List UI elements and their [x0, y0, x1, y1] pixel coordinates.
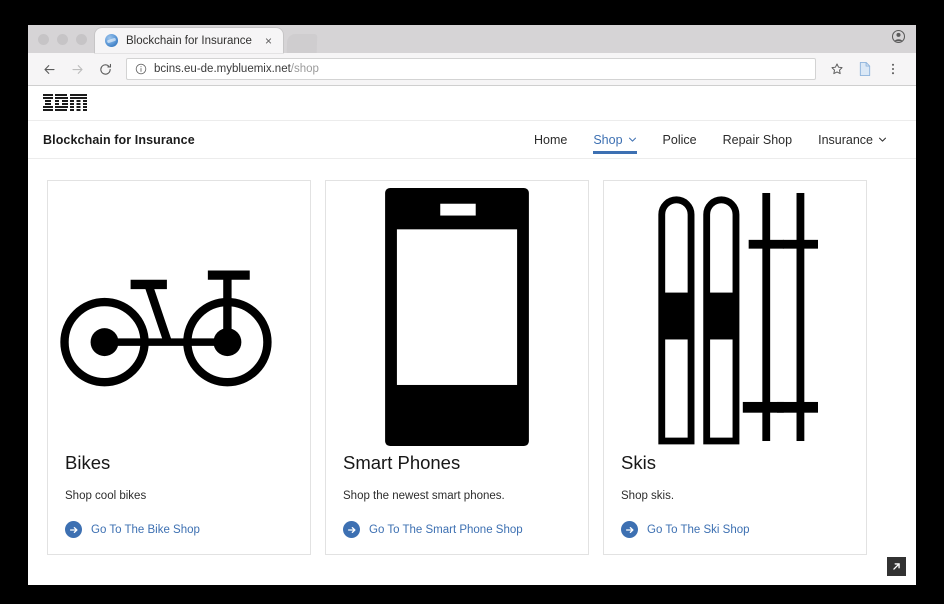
close-window-button[interactable] — [38, 33, 49, 45]
site-navigation: Blockchain for Insurance Home Shop Polic… — [28, 121, 916, 159]
nav-item-insurance[interactable]: Insurance — [805, 121, 900, 159]
chevron-down-icon — [628, 137, 636, 142]
card-link-label: Go To The Bike Shop — [91, 523, 200, 536]
bookmark-star-icon[interactable] — [824, 56, 850, 82]
page-content: Blockchain for Insurance Home Shop Polic… — [28, 86, 916, 584]
go-to-smart-phone-shop-link[interactable]: Go To The Smart Phone Shop — [343, 521, 571, 539]
arrow-right-icon — [65, 521, 82, 539]
tab-strip-right — [891, 25, 916, 53]
reader-page-icon[interactable] — [852, 56, 878, 82]
card-body: Skis Shop skis. Go To The Ski Shop — [604, 452, 866, 554]
globe-favicon — [105, 34, 118, 47]
info-icon — [135, 63, 147, 75]
expand-button[interactable] — [887, 557, 906, 576]
arrow-right-icon — [621, 521, 638, 539]
card-artwork — [604, 181, 866, 453]
url-host: bcins.eu-de.mybluemix.net — [154, 63, 291, 75]
window-controls — [36, 25, 95, 53]
card-link-label: Go To The Smart Phone Shop — [369, 523, 523, 536]
maximize-window-button[interactable] — [76, 33, 87, 45]
nav-item-label: Shop — [593, 132, 623, 147]
chevron-down-icon — [879, 137, 886, 142]
site-brand: Blockchain for Insurance — [43, 132, 195, 147]
nav-item-home[interactable]: Home — [521, 121, 580, 159]
nav-links: Home Shop Police Repair Shop Insurance — [521, 121, 900, 159]
card-title: Bikes — [65, 452, 111, 473]
tab-strip: Blockchain for Insurance × — [28, 25, 916, 53]
address-bar[interactable]: bcins.eu-de.mybluemix.net/shop — [126, 58, 816, 80]
nav-item-label: Police — [662, 132, 697, 147]
nav-item-label: Home — [534, 132, 568, 147]
product-card-smart-phones[interactable]: Smart Phones Shop the newest smart phone… — [325, 180, 589, 556]
nav-item-repair-shop[interactable]: Repair Shop — [710, 121, 806, 159]
card-title: Smart Phones — [343, 452, 461, 473]
browser-toolbar: bcins.eu-de.mybluemix.net/shop — [28, 53, 916, 86]
product-card-bikes[interactable]: Bikes Shop cool bikes Go To The Bike Sho… — [47, 180, 311, 556]
card-link-label: Go To The Ski Shop — [647, 523, 750, 536]
url-text: bcins.eu-de.mybluemix.net/shop — [154, 63, 319, 75]
account-avatar-icon[interactable] — [891, 29, 906, 49]
nav-item-police[interactable]: Police — [650, 121, 710, 159]
forward-icon[interactable] — [64, 56, 90, 82]
smartphone-illustration — [385, 187, 529, 447]
browser-window: Blockchain for Insurance × bcins.eu-de.m… — [28, 25, 916, 585]
ibm-masthead — [28, 86, 916, 121]
browser-menu-icon[interactable] — [880, 56, 906, 82]
screen: Blockchain for Insurance × bcins.eu-de.m… — [0, 0, 944, 604]
card-description: Shop cool bikes — [65, 490, 147, 503]
skis-illustration — [658, 192, 818, 445]
bicycle-illustration — [60, 270, 272, 387]
card-description: Shop the newest smart phones. — [343, 490, 505, 503]
card-body: Smart Phones Shop the newest smart phone… — [326, 452, 588, 554]
new-tab-button[interactable] — [286, 34, 318, 53]
nav-item-label: Repair Shop — [722, 132, 793, 147]
browser-tab[interactable]: Blockchain for Insurance × — [95, 28, 283, 53]
card-description: Shop skis. — [621, 490, 675, 503]
arrow-right-icon — [343, 521, 360, 539]
url-path: /shop — [290, 63, 319, 75]
reload-icon[interactable] — [92, 56, 118, 82]
go-to-bike-shop-link[interactable]: Go To The Bike Shop — [65, 521, 293, 539]
card-artwork — [326, 181, 588, 453]
product-card-grid: Bikes Shop cool bikes Go To The Bike Sho… — [28, 159, 916, 556]
minimize-window-button[interactable] — [57, 33, 68, 45]
back-icon[interactable] — [36, 56, 62, 82]
tab-title: Blockchain for Insurance — [126, 34, 252, 47]
go-to-ski-shop-link[interactable]: Go To The Ski Shop — [621, 521, 849, 539]
nav-item-label: Insurance — [818, 132, 873, 147]
nav-item-shop[interactable]: Shop — [580, 121, 649, 159]
close-icon[interactable]: × — [262, 35, 275, 47]
card-title: Skis — [621, 452, 656, 473]
card-artwork — [48, 181, 310, 453]
ibm-logo-icon — [43, 94, 87, 112]
card-body: Bikes Shop cool bikes Go To The Bike Sho… — [48, 452, 310, 554]
product-card-skis[interactable]: Skis Shop skis. Go To The Ski Shop — [603, 180, 867, 556]
